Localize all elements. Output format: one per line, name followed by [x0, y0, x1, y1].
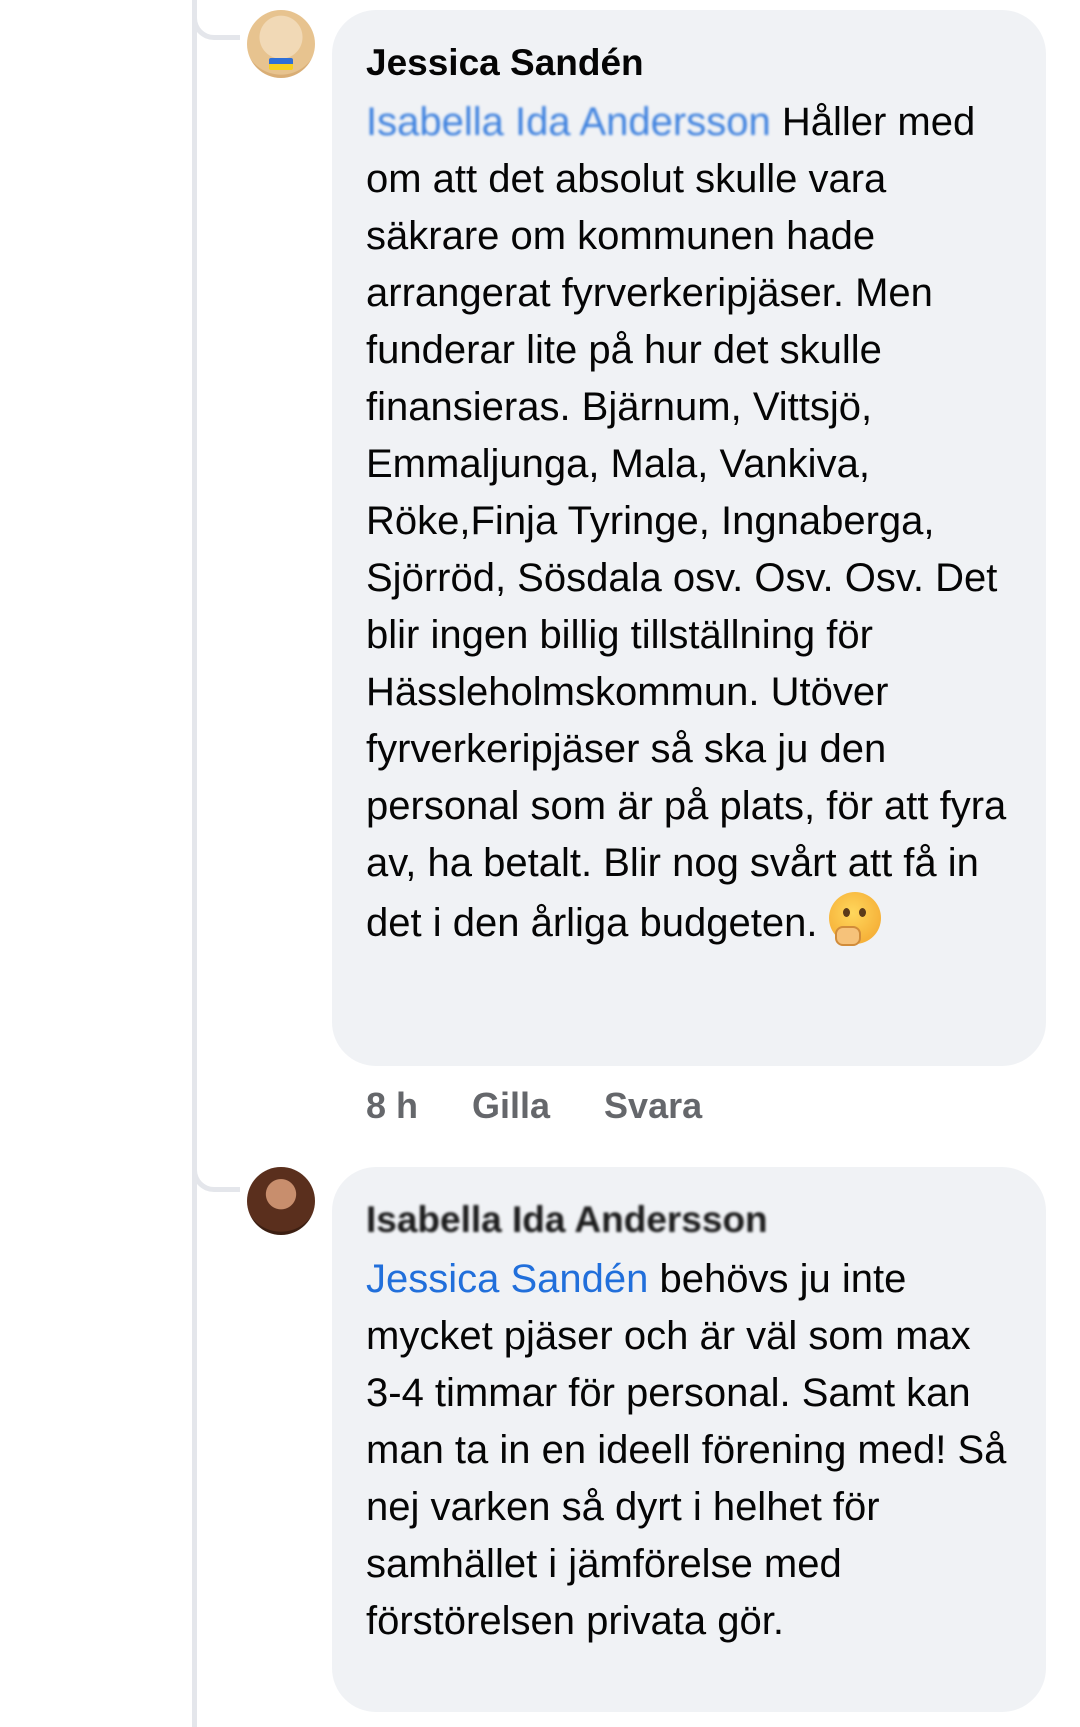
thread-connector [192, 8, 240, 40]
avatar[interactable] [247, 10, 315, 78]
mention-link[interactable]: Isabella Ida Andersson [366, 100, 771, 144]
thread-connector [192, 1160, 240, 1192]
thinking-face-icon [828, 892, 881, 946]
comment-timestamp[interactable]: 8 h [366, 1085, 418, 1127]
thread-line [192, 0, 197, 1727]
comment-bubble: Isabella Ida Andersson Jessica Sandén be… [332, 1167, 1046, 1712]
avatar[interactable] [247, 1167, 315, 1235]
comment-text: Isabella Ida Andersson Håller med om att… [366, 94, 1012, 952]
like-button[interactable]: Gilla [472, 1085, 550, 1127]
reply-button[interactable]: Svara [604, 1085, 702, 1127]
comment-text: Jessica Sandén behövs ju inte mycket pjä… [366, 1251, 1012, 1650]
comment-body: Håller med om att det absolut skulle var… [366, 100, 1007, 945]
comment-actions: 8 h Gilla Svara [366, 1085, 702, 1127]
mention-link[interactable]: Jessica Sandén [366, 1257, 648, 1301]
comment-bubble: Jessica Sandén Isabella Ida Andersson Hå… [332, 10, 1046, 1066]
comment-body: behövs ju inte mycket pjäser och är väl … [366, 1257, 1007, 1643]
comment-author[interactable]: Jessica Sandén [366, 40, 1012, 86]
comment-author[interactable]: Isabella Ida Andersson [366, 1197, 1012, 1243]
